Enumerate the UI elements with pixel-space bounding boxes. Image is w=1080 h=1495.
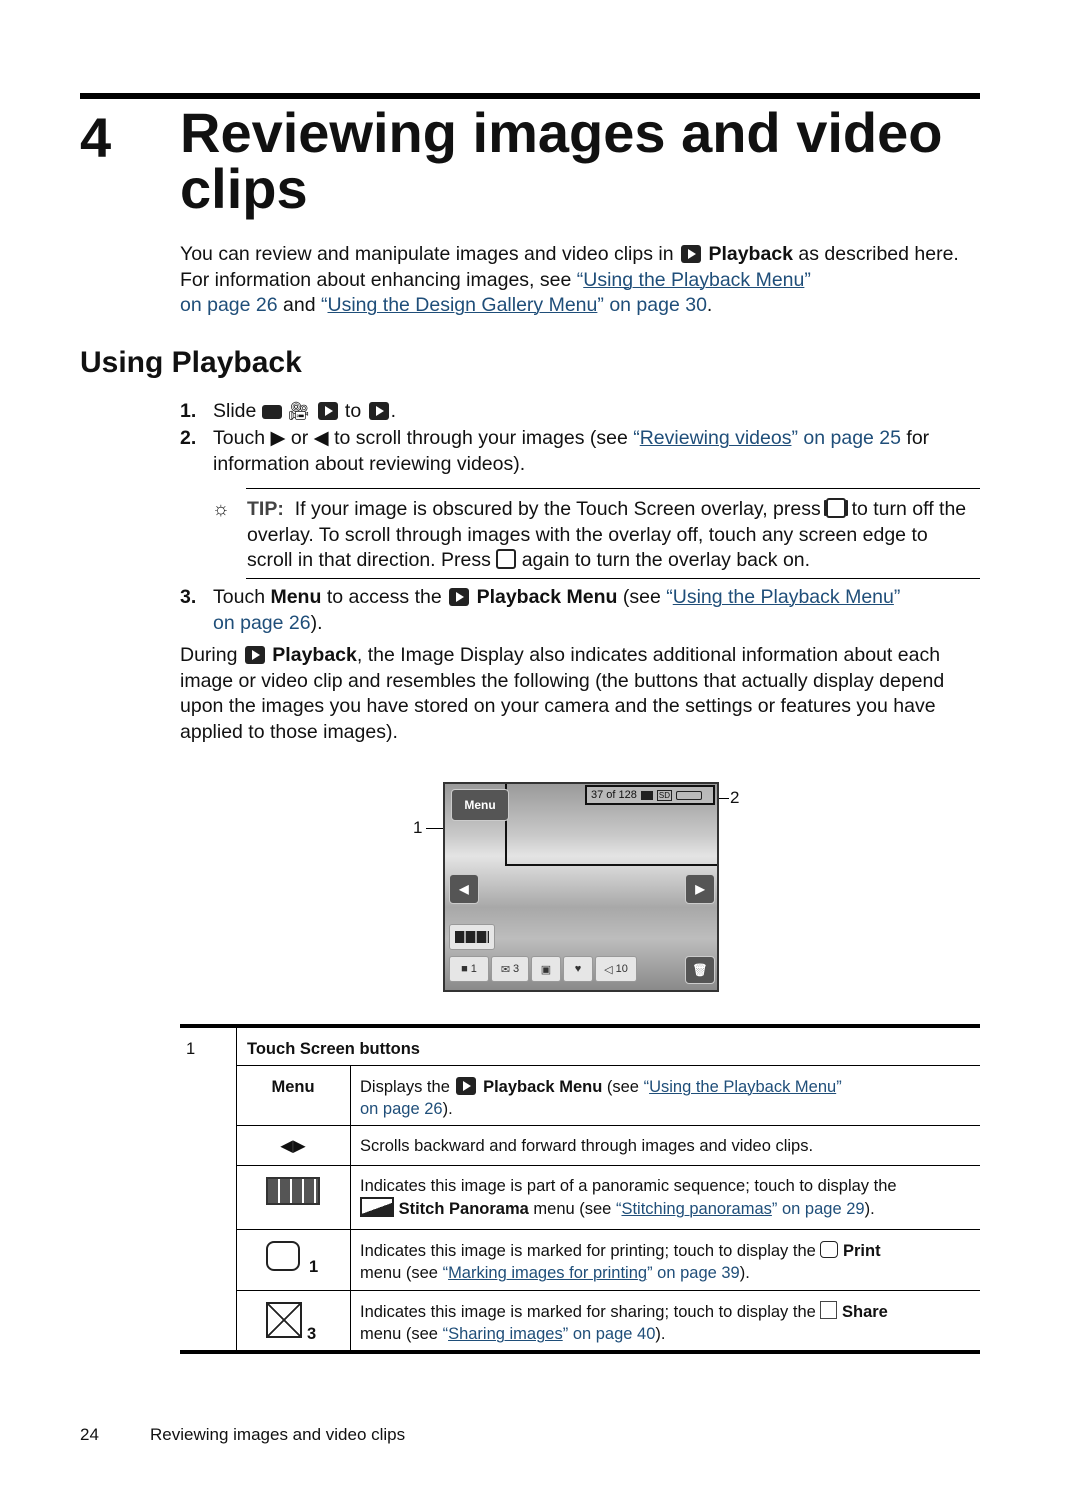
playback-icon <box>681 245 702 263</box>
step-3-text: Touch Menu to access the Playback Menu (… <box>213 586 901 634</box>
print-button[interactable]: ■ 1 <box>449 956 489 982</box>
playback-icon <box>317 402 338 420</box>
playback-icon <box>456 1077 477 1095</box>
tip-text: TIP: If your image is obscured by the To… <box>247 498 967 571</box>
gallery-icon: ▣ <box>540 963 552 976</box>
delete-button[interactable]: 🗑︎ <box>685 956 715 984</box>
intro-paragraph: You can review and manipulate images and… <box>180 243 959 316</box>
chapter-title: Reviewing images and video clips <box>180 101 943 220</box>
step-3: 3. <box>180 586 197 608</box>
video-icon: 🎥︎ <box>287 401 311 421</box>
share-count: 3 <box>307 1325 317 1343</box>
table-row-number: 1 <box>186 1040 196 1058</box>
playback-mode-icon <box>640 790 653 800</box>
tag-icon: ◁ <box>604 963 613 976</box>
trash-icon: 🗑︎ <box>692 963 708 977</box>
table-rule <box>236 1229 980 1230</box>
playback-icon <box>368 402 389 420</box>
chapter-top-rule <box>80 93 980 99</box>
camera-display-image: Menu 37 of 128 SD ◀︎ ▶︎ ■ 1 ✉ 3 ▣ ♥ ◁ 10 🗑︎ <box>443 782 719 992</box>
share-icon <box>266 1302 302 1338</box>
table-row: Displays the Playback Menu (see “Using t… <box>360 1077 842 1118</box>
panorama-icon <box>266 1177 320 1205</box>
previous-image-button[interactable]: ◀︎ <box>449 874 479 904</box>
tip-bottom-rule <box>246 578 980 579</box>
print-icon <box>266 1241 300 1271</box>
share-button[interactable]: ✉ 3 <box>491 956 529 982</box>
stitch-panorama-icon <box>360 1197 394 1217</box>
table-rule <box>236 1125 980 1126</box>
callout-2-label: 2 <box>730 788 740 807</box>
left-right-arrows-icon: ◀︎▶︎ <box>280 1137 306 1155</box>
table-row: Indicates this image is part of a panora… <box>360 1177 897 1218</box>
design-gallery-button[interactable]: ▣ <box>531 956 561 982</box>
tip-top-rule <box>246 488 980 489</box>
tag-button[interactable]: ◁ 10 <box>595 956 637 982</box>
link-using-design-gallery-menu[interactable]: “Using the Design Gallery Menu” on page … <box>321 294 707 316</box>
panorama-icon <box>455 931 489 943</box>
link-stitching-panoramas[interactable]: “Stitching panoramas” on page 29 <box>616 1200 865 1218</box>
step-2-text: Touch ▶︎ or ◀︎ to scroll through your im… <box>213 427 930 475</box>
overlay-button-icon <box>826 498 847 518</box>
link-sharing-images[interactable]: “Sharing images” on page 40 <box>443 1325 656 1343</box>
share-icon: ✉ <box>500 963 511 976</box>
menu-button[interactable]: Menu <box>451 789 509 821</box>
callout-1-line <box>426 828 444 829</box>
table-top-rule <box>180 1024 980 1028</box>
table-rule <box>236 1290 980 1291</box>
playback-icon <box>449 588 470 606</box>
print-count: 1 <box>309 1258 319 1276</box>
table-row: Indicates this image is marked for shari… <box>360 1301 888 1343</box>
link-marking-images-for-printing[interactable]: “Marking images for printing” on page 39 <box>443 1264 740 1282</box>
left-arrow-icon: ◀︎ <box>313 427 329 449</box>
battery-icon <box>676 790 702 800</box>
callout-1-label: 1 <box>413 818 423 837</box>
table-key-menu: Menu <box>271 1078 315 1096</box>
table-row: Indicates this image is marked for print… <box>360 1241 881 1282</box>
page-number: 24 <box>80 1425 99 1444</box>
panorama-button[interactable] <box>449 924 495 950</box>
footer-chapter-title: Reviewing images and video clips <box>150 1425 406 1444</box>
next-image-button[interactable]: ▶︎ <box>685 874 715 904</box>
table-header: Touch Screen buttons <box>247 1040 420 1058</box>
table-rule <box>236 1065 980 1066</box>
overlay-button-icon <box>496 549 517 569</box>
print-icon <box>820 1241 839 1258</box>
lightbulb-icon: ☼ <box>212 498 230 520</box>
link-reviewing-videos[interactable]: “Reviewing videos” on page 25 <box>633 427 901 449</box>
right-arrow-icon: ▶︎ <box>270 427 286 449</box>
chapter-number: 4 <box>80 106 112 169</box>
favorite-button[interactable]: ♥ <box>563 956 593 982</box>
table-rule <box>236 1165 980 1166</box>
during-paragraph: During Playback, the Image Display also … <box>180 644 945 743</box>
step-1: 1. <box>180 400 197 422</box>
print-icon: ■ <box>461 963 468 975</box>
share-icon <box>820 1301 838 1319</box>
status-bar: 37 of 128 SD <box>585 785 715 805</box>
sd-card-icon: SD <box>656 789 672 801</box>
table-bottom-rule <box>180 1350 980 1354</box>
step-2: 2. <box>180 427 197 449</box>
image-counter: 37 of 128 <box>591 789 637 801</box>
section-title: Using Playback <box>80 346 302 379</box>
table-row: Scrolls backward and forward through ima… <box>360 1137 814 1155</box>
heart-icon: ♥ <box>574 963 582 975</box>
camera-icon <box>261 405 282 419</box>
step-1-text: Slide 🎥︎ to . <box>213 400 397 422</box>
table-key-divider <box>350 1066 351 1350</box>
playback-icon <box>244 646 265 664</box>
